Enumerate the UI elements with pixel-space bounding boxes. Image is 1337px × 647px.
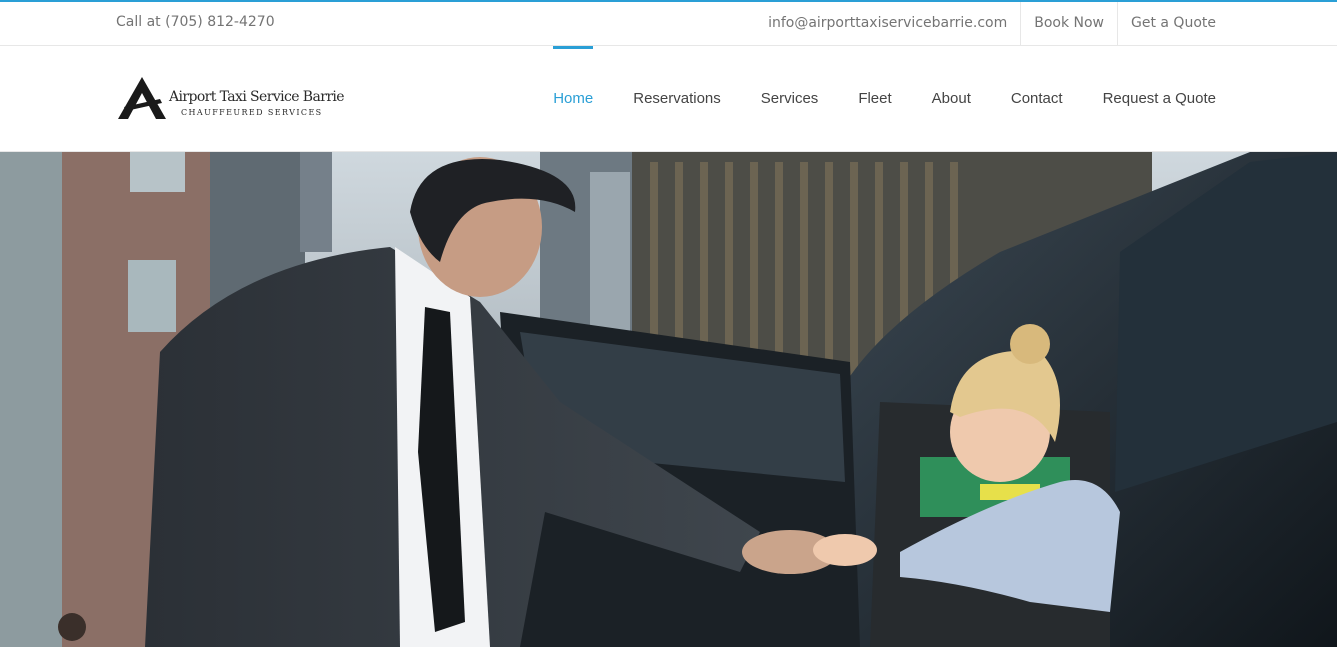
brand-tagline: CHAUFFEURED SERVICES — [181, 108, 323, 117]
nav-services[interactable]: Services — [761, 46, 819, 152]
get-quote-link[interactable]: Get a Quote — [1117, 2, 1216, 46]
nav-request-quote[interactable]: Request a Quote — [1103, 46, 1216, 152]
phone-number[interactable]: Call at (705) 812-4270 — [116, 14, 275, 30]
nav-reservations[interactable]: Reservations — [633, 46, 721, 152]
email-link[interactable]: info@airporttaxiservicebarrie.com — [755, 2, 1020, 46]
site-header: Airport Taxi Service Barrie CHAUFFEURED … — [0, 46, 1337, 152]
logo-a-icon — [118, 77, 166, 119]
top-bar: Call at (705) 812-4270 info@airporttaxis… — [0, 0, 1337, 46]
site-logo[interactable]: Airport Taxi Service Barrie CHAUFFEURED … — [118, 77, 345, 121]
main-nav: Home Reservations Services Fleet About C… — [553, 46, 1216, 152]
nav-fleet[interactable]: Fleet — [858, 46, 891, 152]
hero-banner — [0, 152, 1337, 647]
book-now-link[interactable]: Book Now — [1020, 2, 1117, 46]
chauffeur-photo-icon — [0, 152, 1337, 647]
nav-contact[interactable]: Contact — [1011, 46, 1063, 152]
brand-name: Airport Taxi Service Barrie — [169, 89, 345, 105]
nav-home[interactable]: Home — [553, 46, 594, 152]
top-links: info@airporttaxiservicebarrie.com Book N… — [755, 2, 1216, 46]
nav-about[interactable]: About — [932, 46, 971, 152]
